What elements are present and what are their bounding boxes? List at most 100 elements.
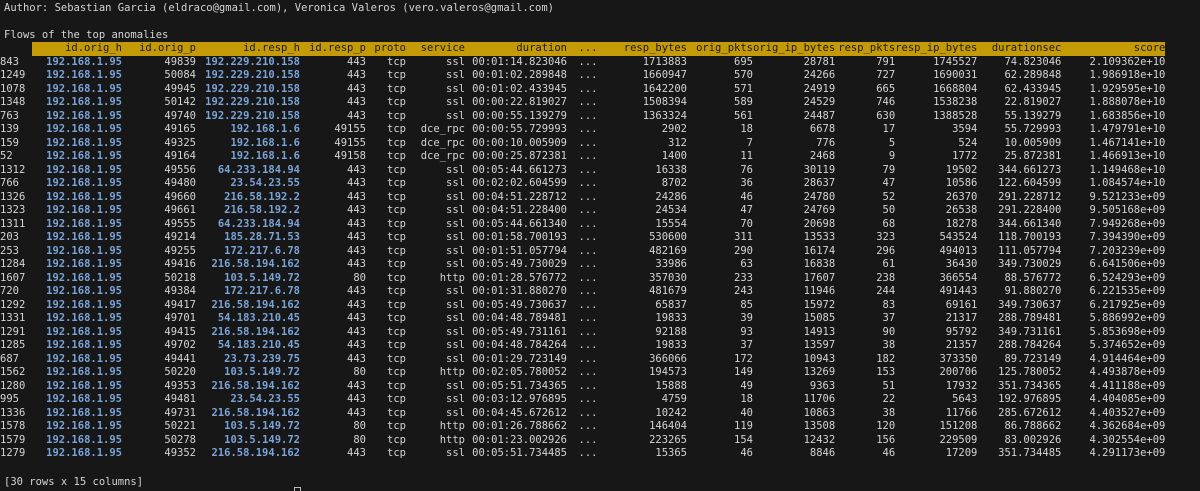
header-resp-pkts: resp_pkts <box>835 42 896 56</box>
row-index: 139 <box>0 123 19 135</box>
cell-id-resp-h: 172.217.6.78 <box>224 285 300 297</box>
cell-resp-ip-bytes: 1388528 <box>933 109 978 122</box>
cell-orig-ip-bytes: 11706 <box>803 393 836 405</box>
cell-id-orig-p: 50221 <box>164 420 196 432</box>
cell-ellipsis: ... <box>578 447 598 459</box>
row-index: 1578 <box>0 420 26 432</box>
cell-id-resp-h: 216.58.192.2 <box>224 190 300 203</box>
cell-score: 6.641506e+09 <box>1089 258 1166 270</box>
cell-score: 1.149468e+10 <box>1089 163 1166 176</box>
cell-orig-ip-bytes: 13533 <box>803 231 836 243</box>
cell-duration: 00:01:29.723149 <box>472 352 567 365</box>
cell-id-orig-p: 49660 <box>164 190 196 203</box>
cell-id-orig-p: 49214 <box>164 231 196 243</box>
cell-service: ssl <box>446 312 465 324</box>
cell-id-orig-p: 49740 <box>164 109 196 122</box>
cell-orig-ip-bytes: 16174 <box>803 244 836 257</box>
cell-orig-pkts: 36 <box>740 177 753 189</box>
cell-id-orig-h: 192.168.1.95 <box>46 69 122 81</box>
cell-orig-pkts: 571 <box>734 82 753 95</box>
cell-id-resp-h: 23.54.23.55 <box>230 393 300 405</box>
row-index: 1285 <box>0 339 26 351</box>
cell-resp-bytes: 312 <box>668 136 687 149</box>
table-row: 253 192.168.1.95 49255 172.217.6.78 443 tcp ss… <box>0 245 1165 259</box>
cell-proto: tcp <box>387 406 406 419</box>
cell-durationsec: 10.005909 <box>1004 136 1062 149</box>
cell-id-resp-p: 443 <box>347 298 366 311</box>
cell-resp-bytes: 24534 <box>655 204 687 216</box>
row-index: 1279 <box>0 447 26 459</box>
row-index: 52 <box>0 150 13 162</box>
cell-resp-bytes: 65837 <box>655 298 687 311</box>
table-row: 159 192.168.1.95 49325 192.168.1.6 49155 tcp d… <box>0 137 1165 151</box>
cell-id-resp-p: 443 <box>347 96 366 108</box>
cell-score: 4.403527e+09 <box>1089 406 1166 419</box>
table-row: 1336 192.168.1.95 49731 216.58.194.162 443 tc… <box>0 407 1165 421</box>
cell-orig-ip-bytes: 9363 <box>809 379 836 392</box>
row-index: 1562 <box>0 366 26 378</box>
cell-score: 1.479791e+10 <box>1089 123 1166 135</box>
cell-score: 5.853698e+09 <box>1089 325 1166 338</box>
cell-durationsec: 74.823046 <box>1004 55 1062 68</box>
cell-id-orig-p: 49480 <box>164 177 196 189</box>
cell-id-resp-h: 64.233.184.94 <box>217 217 300 230</box>
cell-durationsec: 22.819027 <box>1004 96 1062 108</box>
cell-resp-pkts: 5 <box>888 136 896 149</box>
row-index: 687 <box>0 352 19 365</box>
table-row: 1578 192.168.1.95 50221 103.5.149.72 80 tcp ht… <box>0 420 1165 434</box>
cell-duration: 00:05:51.734485 <box>472 447 567 459</box>
cell-id-orig-p: 49702 <box>164 339 196 351</box>
cell-orig-ip-bytes: 12432 <box>803 433 836 446</box>
cell-resp-pkts: 79 <box>882 163 896 176</box>
cell-ellipsis: ... <box>578 393 598 405</box>
cell-resp-pkts: 182 <box>876 352 896 365</box>
cell-proto: tcp <box>387 312 406 324</box>
table-row: 1078 192.168.1.95 49945 192.229.210.158 443 t… <box>0 83 1165 97</box>
cell-service: ssl <box>446 55 465 68</box>
cell-resp-pkts: 296 <box>876 244 896 257</box>
cell-durationsec: 25.872381 <box>1004 150 1062 162</box>
cell-durationsec: 291.228712 <box>998 190 1062 203</box>
cell-orig-pkts: 589 <box>734 96 753 108</box>
cell-resp-pkts: 238 <box>876 271 896 284</box>
row-index: 1312 <box>0 163 26 176</box>
cell-id-orig-p: 49731 <box>164 406 196 419</box>
cell-resp-ip-bytes: 543524 <box>939 231 978 243</box>
cell-orig-pkts: 695 <box>734 55 753 68</box>
cell-resp-ip-bytes: 18278 <box>945 217 978 230</box>
header-duration: duration <box>465 42 567 56</box>
cell-ellipsis: ... <box>578 366 598 378</box>
cell-resp-pkts: 746 <box>876 96 896 108</box>
cell-ellipsis: ... <box>578 150 598 162</box>
flows-title: Flows of the top anomalies <box>4 29 169 41</box>
cell-orig-pkts: 70 <box>740 217 753 230</box>
cell-service: ssl <box>446 339 465 351</box>
header-proto: proto <box>366 42 406 56</box>
cell-id-resp-h: 103.5.149.72 <box>224 433 300 446</box>
table-row: 687 192.168.1.95 49441 23.73.239.75 443 tcp ss… <box>0 353 1165 367</box>
cell-resp-ip-bytes: 36430 <box>945 258 978 270</box>
cell-ellipsis: ... <box>578 55 598 68</box>
cell-ellipsis: ... <box>578 406 598 419</box>
cell-resp-ip-bytes: 1745527 <box>933 55 978 68</box>
row-index: 1292 <box>0 298 26 311</box>
cell-resp-bytes: 4759 <box>661 393 687 405</box>
cell-duration: 00:05:44.661340 <box>472 217 567 230</box>
cell-resp-pkts: 46 <box>882 447 896 459</box>
cell-proto: tcp <box>387 298 406 311</box>
cell-service: ssl <box>446 298 465 311</box>
cell-resp-ip-bytes: 366554 <box>939 271 978 284</box>
cell-orig-pkts: 119 <box>734 420 753 432</box>
cell-ellipsis: ... <box>578 420 598 432</box>
table-row: 1292 192.168.1.95 49417 216.58.194.162 443 tc… <box>0 299 1165 313</box>
cell-id-orig-p: 49417 <box>164 298 196 311</box>
cell-orig-ip-bytes: 17607 <box>803 271 836 284</box>
cell-service: ssl <box>446 258 465 270</box>
cell-score: 1.466913e+10 <box>1089 150 1166 162</box>
cell-id-resp-p: 443 <box>347 258 366 270</box>
cell-orig-pkts: 76 <box>740 163 753 176</box>
cell-service: http <box>439 420 465 432</box>
cell-id-orig-h: 192.168.1.95 <box>46 312 122 324</box>
row-index: 843 <box>0 55 19 68</box>
header-resp-ip-bytes: resp_ip_bytes <box>895 42 978 56</box>
